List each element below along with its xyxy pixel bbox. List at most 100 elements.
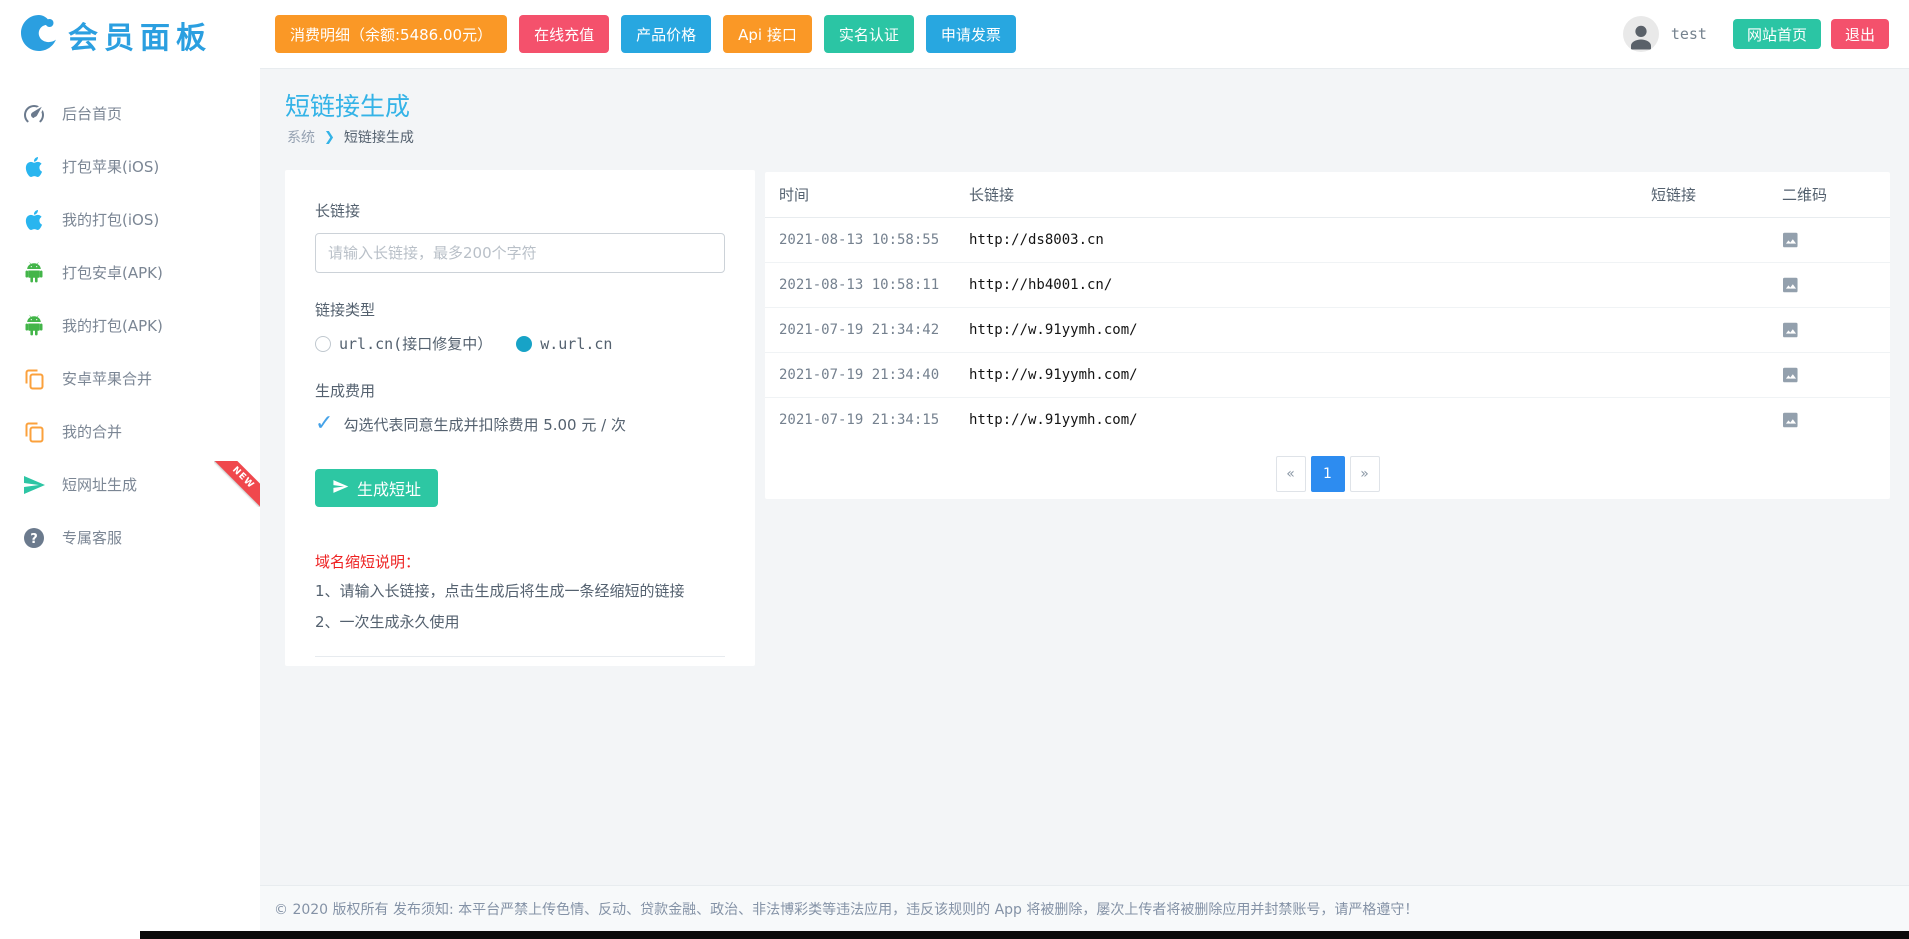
qrcode-image-icon[interactable] <box>1782 232 1800 248</box>
apple-icon <box>20 154 47 180</box>
cell-time: 2021-07-19 21:34:40 <box>765 352 955 397</box>
sidebar-item-pack-apk[interactable]: 打包安卓(APK) <box>0 246 260 299</box>
radio-wurlcn[interactable] <box>516 336 532 352</box>
footer-text: © 2020 版权所有 发布须知: 本平台严禁上传色情、反动、贷款金融、政治、非… <box>274 899 1418 919</box>
new-badge: NEW <box>214 461 260 507</box>
paper-plane-icon <box>20 472 47 498</box>
cell-time: 2021-07-19 21:34:15 <box>765 397 955 442</box>
merge-icon <box>20 366 47 392</box>
page-title: 短链接生成 <box>285 87 410 123</box>
sidebar-item-label: 打包安卓(APK) <box>62 262 163 283</box>
notice-line-1: 1、请输入长链接，点击生成后将生成一条经缩短的链接 <box>315 581 725 603</box>
fee-agreement-row: ✓ 勾选代表同意生成并扣除费用 5.00 元 / 次 <box>315 413 725 435</box>
consumption-detail-button[interactable]: 消费明细（余额:5486.00元） <box>275 15 507 53</box>
apple-icon <box>20 207 47 233</box>
table-row: 2021-08-13 10:58:55 http://ds8003.cn <box>765 217 1890 262</box>
qrcode-image-icon[interactable] <box>1782 412 1800 428</box>
username: test <box>1671 25 1707 43</box>
breadcrumb-root[interactable]: 系统 <box>287 127 315 147</box>
table-row: 2021-07-19 21:34:15 http://w.91yymh.com/ <box>765 397 1890 442</box>
col-time: 时间 <box>765 172 955 217</box>
sidebar-item-label: 我的打包(iOS) <box>62 209 159 230</box>
pagination-prev-button[interactable]: « <box>1276 456 1306 492</box>
sidebar-item-support[interactable]: ? 专属客服 <box>0 511 260 564</box>
product-price-button[interactable]: 产品价格 <box>621 15 711 53</box>
api-button[interactable]: Api 接口 <box>723 15 812 53</box>
fee-label: 生成费用 <box>315 380 725 401</box>
radio-urlcn-label[interactable]: url.cn(接口修复中） <box>339 333 492 354</box>
logout-button[interactable]: 退出 <box>1831 19 1889 49</box>
sidebar-item-label: 安卓苹果合并 <box>62 368 152 389</box>
cell-short-url <box>1637 307 1768 352</box>
cell-time: 2021-08-13 10:58:11 <box>765 262 955 307</box>
link-type-label: 链接类型 <box>315 299 725 320</box>
bottom-black-strip <box>140 931 1909 939</box>
sidebar-item-my-ios[interactable]: 我的打包(iOS) <box>0 193 260 246</box>
qrcode-image-icon[interactable] <box>1782 322 1800 338</box>
brand-logo[interactable]: 会员面板 <box>0 0 260 69</box>
long-link-input[interactable] <box>315 233 725 273</box>
main-content: 短链接生成 系统 ❯ 短链接生成 长链接 链接类型 url.cn(接口修复中） … <box>260 69 1909 939</box>
sidebar-item-merge[interactable]: 安卓苹果合并 <box>0 352 260 405</box>
brand-swirl-icon <box>18 12 60 58</box>
sidebar-item-dashboard[interactable]: 后台首页 <box>0 87 260 140</box>
sidebar-item-my-merge[interactable]: 我的合并 <box>0 405 260 458</box>
sidebar-menu: 后台首页 打包苹果(iOS) 我的打包(iOS) 打包安卓(APK) 我的打包(… <box>0 69 260 564</box>
check-icon[interactable]: ✓ <box>315 413 333 435</box>
sidebar-item-label: 我的打包(APK) <box>62 315 163 336</box>
sidebar-item-label: 打包苹果(iOS) <box>62 156 159 177</box>
avatar[interactable] <box>1623 16 1659 52</box>
breadcrumb-current: 短链接生成 <box>344 127 414 147</box>
col-qrcode: 二维码 <box>1768 172 1890 217</box>
brand-title: 会员面板 <box>68 13 212 57</box>
realname-auth-button[interactable]: 实名认证 <box>824 15 914 53</box>
invoice-button[interactable]: 申请发票 <box>926 15 1016 53</box>
sidebar-item-label: 专属客服 <box>62 527 122 548</box>
svg-text:?: ? <box>30 532 38 547</box>
sidebar: 会员面板 后台首页 打包苹果(iOS) 我的打包(iOS) 打包安卓(APK) <box>0 0 260 939</box>
android-icon <box>20 313 47 339</box>
sidebar-item-label: 短网址生成 <box>62 474 137 495</box>
cell-time: 2021-07-19 21:34:42 <box>765 307 955 352</box>
dashboard-icon <box>20 101 47 127</box>
short-link-table: 时间 长链接 短链接 二维码 2021-08-13 10:58:55 http:… <box>765 172 1890 442</box>
cell-long-url: http://w.91yymh.com/ <box>955 397 1637 442</box>
col-short-url: 短链接 <box>1637 172 1768 217</box>
sidebar-item-short-url[interactable]: 短网址生成 NEW <box>0 458 260 511</box>
long-link-label: 长链接 <box>315 200 725 221</box>
cell-long-url: http://w.91yymh.com/ <box>955 352 1637 397</box>
table-row: 2021-07-19 21:34:42 http://w.91yymh.com/ <box>765 307 1890 352</box>
recharge-button[interactable]: 在线充值 <box>519 15 609 53</box>
cell-short-url <box>1637 217 1768 262</box>
topbar: 消费明细（余额:5486.00元） 在线充值 产品价格 Api 接口 实名认证 … <box>260 0 1909 69</box>
send-icon <box>332 478 349 499</box>
history-table-card: 时间 长链接 短链接 二维码 2021-08-13 10:58:55 http:… <box>765 172 1890 499</box>
android-icon <box>20 260 47 286</box>
pagination-page-1-button[interactable]: 1 <box>1311 456 1345 492</box>
pagination-next-button[interactable]: » <box>1350 456 1380 492</box>
sidebar-item-pack-ios[interactable]: 打包苹果(iOS) <box>0 140 260 193</box>
cell-short-url <box>1637 352 1768 397</box>
generate-button-label: 生成短址 <box>357 476 421 500</box>
cell-short-url <box>1637 397 1768 442</box>
fee-agreement-text: 勾选代表同意生成并扣除费用 5.00 元 / 次 <box>343 414 626 435</box>
sidebar-item-my-apk[interactable]: 我的打包(APK) <box>0 299 260 352</box>
generate-button[interactable]: 生成短址 <box>315 469 438 507</box>
pagination: « 1 » <box>765 456 1890 492</box>
qrcode-image-icon[interactable] <box>1782 367 1800 383</box>
table-row: 2021-07-19 21:34:40 http://w.91yymh.com/ <box>765 352 1890 397</box>
link-type-options: url.cn(接口修复中） w.url.cn <box>315 333 725 354</box>
site-home-button[interactable]: 网站首页 <box>1733 19 1821 49</box>
qrcode-image-icon[interactable] <box>1782 277 1800 293</box>
cell-short-url <box>1637 262 1768 307</box>
sidebar-item-label: 我的合并 <box>62 421 122 442</box>
notice-title: 域名缩短说明： <box>315 551 725 572</box>
merge-icon <box>20 419 47 445</box>
short-link-form-card: 长链接 链接类型 url.cn(接口修复中） w.url.cn 生成费用 ✓ 勾… <box>285 170 755 666</box>
sidebar-item-label: 后台首页 <box>62 103 122 124</box>
radio-urlcn[interactable] <box>315 336 331 352</box>
cell-time: 2021-08-13 10:58:55 <box>765 217 955 262</box>
radio-wurlcn-label[interactable]: w.url.cn <box>540 335 612 353</box>
table-row: 2021-08-13 10:58:11 http://hb4001.cn/ <box>765 262 1890 307</box>
cell-long-url: http://w.91yymh.com/ <box>955 307 1637 352</box>
